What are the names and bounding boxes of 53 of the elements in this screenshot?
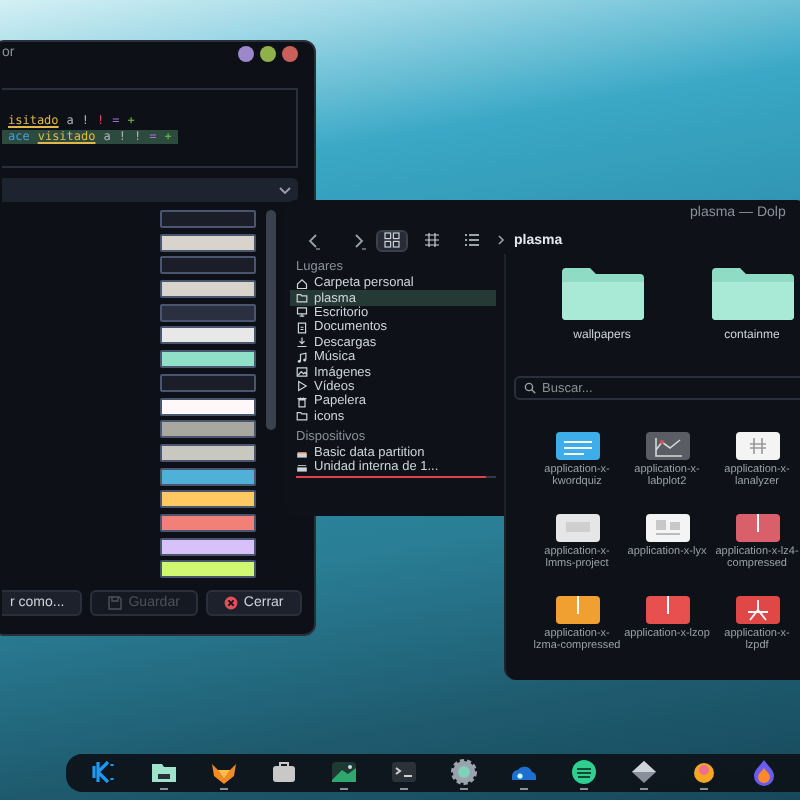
chevron-right-icon [496, 234, 506, 246]
music-note-icon [296, 351, 308, 364]
folder-icon[interactable] [559, 266, 645, 322]
chevron-down-icon [278, 185, 292, 195]
color-swatch[interactable] [160, 513, 256, 532]
scrollbar-thumb[interactable] [266, 210, 276, 430]
color-swatch[interactable] [160, 233, 256, 252]
color-swatch[interactable] [160, 350, 256, 369]
color-swatch[interactable] [160, 467, 256, 486]
trash-icon [296, 395, 308, 408]
fox-icon[interactable] [210, 758, 238, 786]
forward-icon[interactable] [350, 231, 368, 249]
color-swatch[interactable] [160, 537, 256, 556]
folder-icon [296, 292, 308, 305]
monitor-icon [296, 306, 308, 319]
color-swatch[interactable] [160, 280, 256, 299]
window-control[interactable] [260, 45, 276, 61]
folder-icon[interactable] [709, 266, 795, 322]
flower-icon[interactable] [690, 758, 718, 786]
image-icon [296, 366, 308, 379]
window-control[interactable] [238, 45, 254, 61]
search-icon [524, 382, 536, 394]
close-icon [223, 596, 238, 610]
view-mode-button[interactable] [376, 229, 408, 251]
window-control[interactable] [282, 45, 298, 61]
grid-view-icon [384, 232, 400, 248]
k-logo-icon[interactable] [90, 758, 118, 786]
diamond-icon[interactable] [630, 758, 658, 786]
color-swatch[interactable] [160, 373, 256, 392]
flame-icon[interactable] [750, 758, 778, 786]
color-swatch[interactable] [160, 256, 256, 275]
bag-icon[interactable] [270, 758, 298, 786]
color-swatch[interactable] [160, 443, 256, 462]
striped-circle-icon[interactable] [570, 758, 598, 786]
color-swatch[interactable] [160, 490, 256, 509]
color-swatch[interactable] [160, 560, 256, 579]
gear-icon[interactable] [450, 758, 478, 786]
color-swatch[interactable] [160, 303, 256, 322]
color-swatch[interactable] [160, 326, 256, 345]
terminal-icon[interactable] [390, 758, 418, 786]
folder-icon [296, 410, 308, 423]
image-icon[interactable] [330, 758, 358, 786]
compact-view-icon [424, 232, 440, 248]
document-icon [296, 321, 308, 334]
folder-icon[interactable] [150, 758, 178, 786]
color-swatch[interactable] [160, 420, 256, 439]
back-icon[interactable] [304, 231, 322, 249]
home-icon [296, 277, 308, 290]
list-view-icon [464, 232, 480, 248]
color-swatch[interactable] [160, 397, 256, 415]
download-icon [296, 336, 308, 349]
color-swatch[interactable] [160, 210, 256, 228]
play-icon [296, 380, 308, 393]
